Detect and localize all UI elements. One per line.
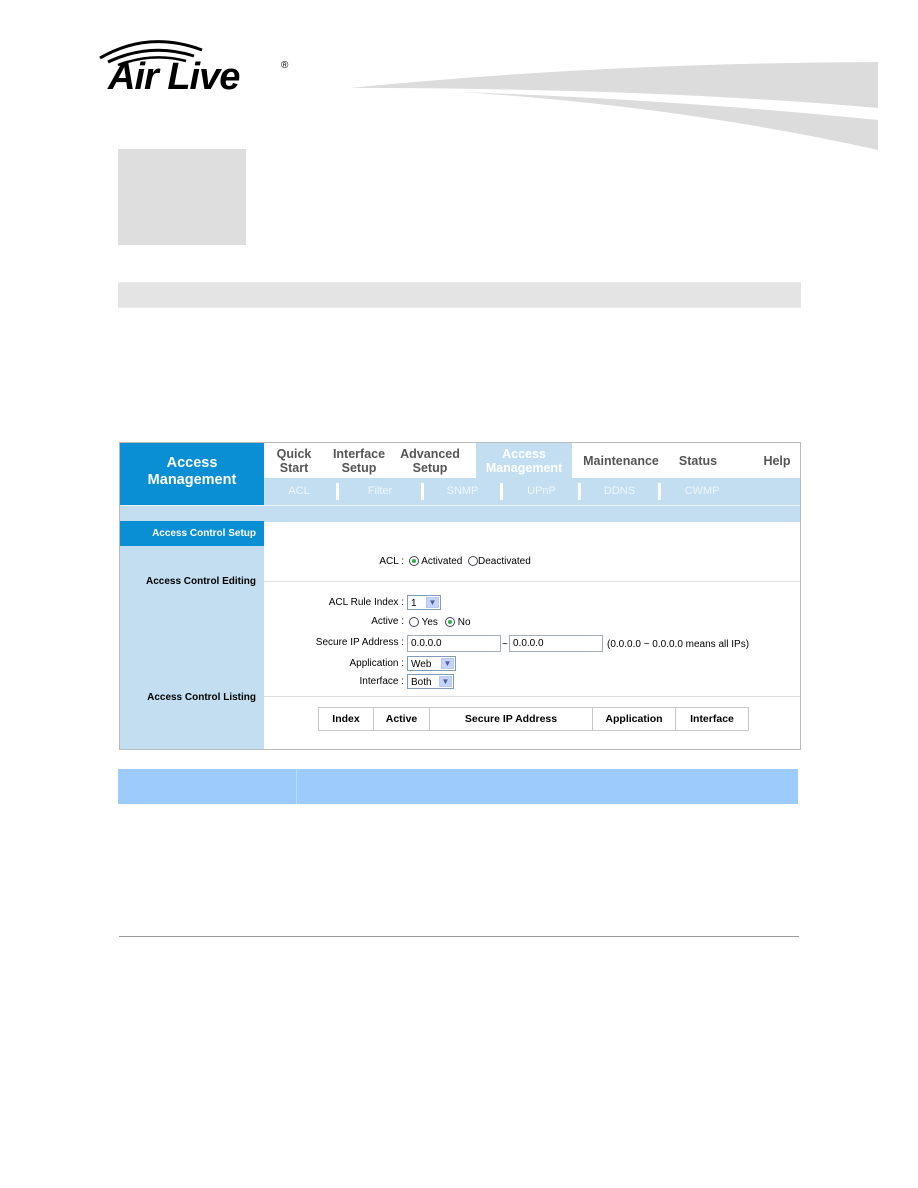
subtab-cwmp[interactable]: CWMP [662,482,742,501]
column-header-interface: Interface [675,707,749,731]
acl-activated-radio[interactable] [409,556,419,566]
subtab-separator [421,483,424,500]
subtab-separator [336,483,339,500]
tab-label-line2: Setup [341,460,377,475]
subtab-separator [500,483,503,500]
rule-index-label: ACL Rule Index : [328,597,404,608]
sidebar-access-control-setup: Access Control Setup [120,521,264,546]
interface-select[interactable]: Both ▼ [407,674,454,689]
column-divider [296,769,297,804]
table-header-row: Index Active Secure IP Address Applicati… [318,707,749,731]
acl-deactivated-option[interactable]: Deactivated [468,556,531,567]
active-yes-radio[interactable] [409,617,419,627]
tab-label: Status [678,453,718,468]
tab-label-line2: Setup [412,460,448,475]
acl-label: ACL : [379,556,404,567]
interface-label: Interface : [359,676,404,687]
application-label: Application : [349,658,404,669]
tab-label-line1: Interface [332,446,386,461]
active-yes-option[interactable]: Yes [409,617,438,628]
ip-range-separator: ~ [502,639,508,650]
subtab-acl[interactable]: ACL [264,482,334,501]
secure-ip-hint: (0.0.0.0 ~ 0.0.0.0 means all IPs) [607,639,750,650]
subtab-upnp[interactable]: UPnP [504,482,579,501]
secure-ip-end-input[interactable]: 0.0.0.0 [509,635,603,652]
brand-title: Access Management [120,443,264,505]
secure-ip-start-input[interactable]: 0.0.0.0 [407,635,501,652]
subtab-separator [578,483,581,500]
section-divider [264,696,800,697]
column-header-index: Index [318,707,374,731]
interface-value: Both [411,677,432,688]
chevron-down-icon: ▼ [439,676,452,687]
sidebar-access-control-listing: Access Control Listing [147,692,256,703]
active-yes-label: Yes [421,617,438,628]
header-swoosh-decoration [350,62,878,150]
secure-ip-label: Secure IP Address : [315,637,404,648]
tab-help[interactable]: Help [754,443,800,478]
sidebar-access-control-editing: Access Control Editing [145,576,256,587]
tab-label-line2: Management [485,460,563,475]
logo-text: Air Live [108,56,240,98]
tab-label-line2: Start [279,460,309,475]
chapter-number-box [118,149,246,245]
tab-label-line1: Quick [276,446,312,461]
subtab-filter[interactable]: Filter [340,482,420,501]
section-divider [264,581,800,582]
tab-interface-setup[interactable]: Interface Setup [324,443,394,478]
rule-index-select[interactable]: 1 ▼ [407,595,441,610]
tab-quick-start[interactable]: Quick Start [264,443,324,478]
router-admin-panel: Access Management Quick Start Interface Se… [119,442,801,750]
subtab-snmp[interactable]: SNMP [425,482,500,501]
application-value: Web [411,659,432,670]
tab-label: Help [763,453,791,468]
acl-activated-option[interactable]: Activated [409,556,462,567]
tab-label-line1: Access [502,446,546,461]
subtab-separator [658,483,661,500]
acl-deactivated-label: Deactivated [478,556,531,567]
chevron-down-icon: ▼ [426,597,439,608]
active-no-radio[interactable] [445,617,455,627]
acl-deactivated-radio[interactable] [468,556,478,566]
active-no-option[interactable]: No [445,617,471,628]
active-no-label: No [457,617,471,628]
page-footer-rule [119,936,799,937]
registered-mark: ® [281,60,289,71]
access-control-listing-table: Index Active Secure IP Address Applicati… [318,707,749,731]
tab-access-management[interactable]: Access Management [476,443,572,478]
acl-activated-label: Activated [421,556,463,567]
header-strip [120,505,800,522]
chevron-down-icon: ▼ [441,658,454,669]
active-label: Active : [371,616,404,627]
tab-advanced-setup[interactable]: Advanced Setup [394,443,466,478]
application-select[interactable]: Web ▼ [407,656,456,671]
column-header-secure-ip: Secure IP Address [429,707,593,731]
brand-title-line1: Access [166,455,218,471]
tab-label: Maintenance [583,453,659,468]
section-heading-bar [118,282,801,308]
column-header-application: Application [592,707,676,731]
column-header-active: Active [373,707,430,731]
rule-index-value: 1 [411,598,417,609]
subtab-ddns[interactable]: DDNS [582,482,657,501]
top-navigation: Quick Start Interface Setup Advanced Setup … [264,443,800,478]
sidebar: Access Control Setup Access Control Edit… [120,521,264,749]
airlive-logo: Air Live ® [98,36,298,98]
tab-label-line1: Advanced [400,446,460,461]
brand-title-line2: Management [147,472,237,488]
content-area: ACL : Activated Deactivated ACL Rule Ind… [264,521,800,749]
tab-status[interactable]: Status [668,443,728,478]
sub-navigation: ACL Filter SNMP UPnP DDNS CWMP [264,478,800,505]
description-table-header [118,769,798,804]
tab-maintenance[interactable]: Maintenance [576,443,666,478]
